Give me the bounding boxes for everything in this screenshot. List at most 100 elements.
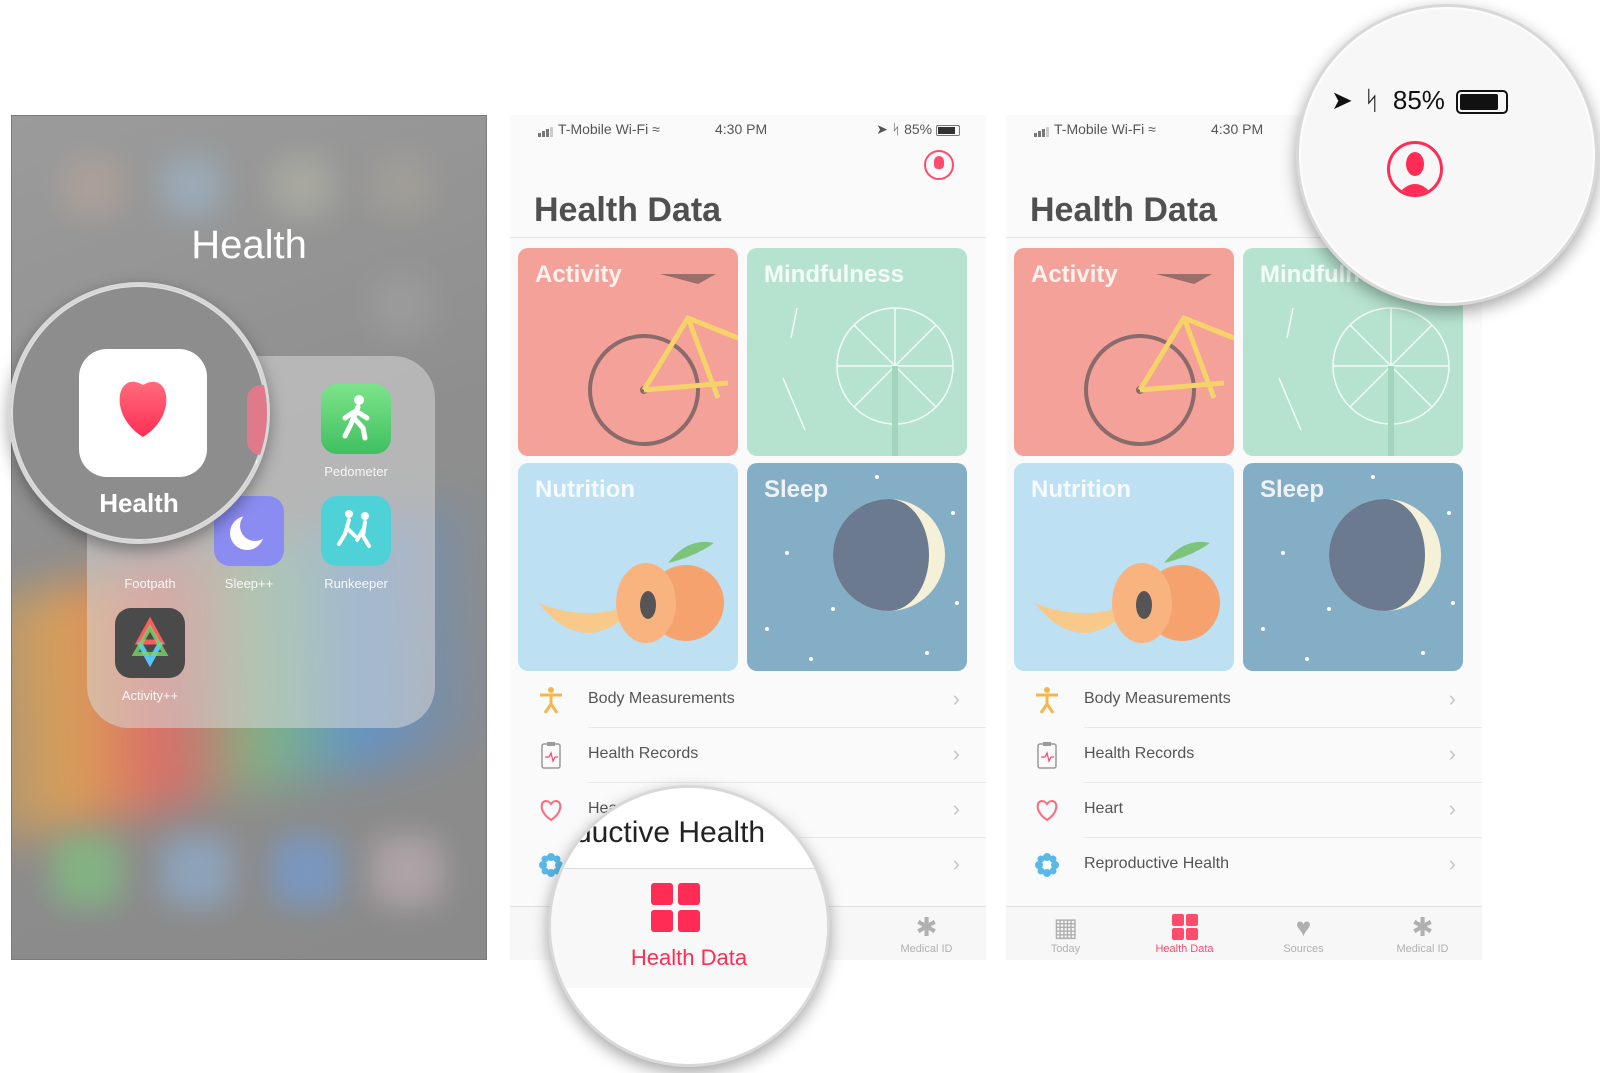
asterisk-icon: ✱ xyxy=(915,912,938,942)
page-title: Health Data xyxy=(1030,191,1218,229)
row-label: Body Measurements xyxy=(1084,690,1231,707)
blurred-app xyxy=(272,156,332,216)
tab-health-data[interactable]: Health Data xyxy=(1125,911,1244,955)
signal-icon xyxy=(538,121,554,137)
blurred-app xyxy=(372,156,432,216)
clipboard-icon xyxy=(541,742,561,769)
clock: 4:30 PM xyxy=(715,121,768,137)
card-title: Activity xyxy=(535,261,622,288)
dock-app xyxy=(162,836,232,906)
card-sleep[interactable]: Sleep xyxy=(1243,463,1463,671)
list-item-body-measurements[interactable]: Body Measurements › xyxy=(510,673,986,728)
tab-bar-magnifier: ductive Health Health Data xyxy=(548,785,830,1067)
app-pedometer[interactable]: Pedometer xyxy=(301,384,411,479)
divider xyxy=(510,237,986,238)
health-app-icon[interactable] xyxy=(79,349,207,477)
wifi-icon: ≈ xyxy=(1148,121,1156,137)
card-sleep[interactable]: Sleep xyxy=(747,463,967,671)
location-icon: ➤ xyxy=(876,121,888,137)
zoomed-status: ➤ ᛋ 85% xyxy=(1331,85,1509,116)
page-title: Health Data xyxy=(534,191,722,229)
status-bar: T-Mobile Wi-Fi ≈ 4:30 PM ➤ ᛋ 85% xyxy=(510,115,986,145)
health-app-label: Health xyxy=(99,488,179,518)
list-item-body-measurements[interactable]: Body Measurements › xyxy=(1006,673,1482,728)
list-item-health-records[interactable]: Health Records › xyxy=(1006,728,1482,783)
blurred-app xyxy=(62,156,122,216)
card-nutrition[interactable]: Nutrition xyxy=(1014,463,1234,671)
asterisk-icon: ✱ xyxy=(1411,912,1434,942)
home-screen-panel: Health Pedometer Sleep++ Runkeeper Footp… xyxy=(11,115,487,960)
runners-icon xyxy=(321,496,391,566)
card-title: Mindfulness xyxy=(764,261,905,288)
chevron-right-icon: › xyxy=(952,686,960,711)
blurred-app xyxy=(162,156,222,216)
chevron-right-icon: › xyxy=(952,741,960,766)
signal-icon xyxy=(1034,121,1050,137)
clipboard-icon xyxy=(1037,742,1057,769)
card-nutrition[interactable]: Nutrition xyxy=(518,463,738,671)
app-runkeeper[interactable]: Runkeeper xyxy=(301,496,411,591)
zoomed-row-label: ductive Health xyxy=(575,816,766,849)
carrier: T-Mobile Wi-Fi ≈ xyxy=(538,121,660,137)
flower-icon xyxy=(1035,853,1059,877)
app-label: Activity++ xyxy=(121,688,179,703)
tab-bar: ▦Today Health Data ♥Sources ✱Medical ID xyxy=(1006,906,1482,960)
activity-rings-icon xyxy=(115,608,185,678)
walking-person-icon xyxy=(321,384,391,454)
zoomed-row: ductive Health xyxy=(551,788,827,868)
clock: 4:30 PM xyxy=(1211,121,1264,137)
wifi-icon: ≈ xyxy=(652,121,660,137)
row-label: Reproductive Health xyxy=(1084,855,1229,872)
card-activity[interactable]: Activity xyxy=(518,248,738,456)
list-item-heart[interactable]: Heart › xyxy=(1006,783,1482,838)
tab-medical-id[interactable]: ✱ Medical ID xyxy=(867,911,986,955)
chevron-right-icon: › xyxy=(1448,686,1456,711)
app-activity[interactable]: Activity++ xyxy=(95,608,205,703)
card-title: Sleep xyxy=(764,476,829,503)
dock-app xyxy=(272,836,342,906)
sources-heart-icon: ♥ xyxy=(1295,912,1312,942)
bluetooth-icon: ᛋ xyxy=(891,121,901,137)
body-icon xyxy=(540,687,562,714)
carrier: T-Mobile Wi-Fi ≈ xyxy=(1034,121,1156,137)
folder-title: Health xyxy=(191,223,307,267)
app-label: Runkeeper xyxy=(324,576,388,591)
card-title: Nutrition xyxy=(1031,476,1131,503)
tab-medical-id[interactable]: ✱ Medical ID xyxy=(1363,911,1482,955)
calendar-icon: ▦ xyxy=(1053,912,1078,942)
grid-icon xyxy=(1125,911,1244,943)
battery-icon xyxy=(1456,90,1509,115)
list-item-reproductive-health[interactable]: Reproductive Health › xyxy=(1006,838,1482,893)
zoomed-tab-label: Health Data xyxy=(630,945,748,970)
row-label: Heart xyxy=(1084,800,1124,817)
profile-button[interactable] xyxy=(924,150,954,180)
tab-today[interactable]: ▦Today xyxy=(1006,911,1125,955)
grid-icon xyxy=(651,883,701,933)
card-activity[interactable]: Activity xyxy=(1014,248,1234,456)
heart-outline-icon xyxy=(1036,799,1058,822)
zoomed-tab[interactable]: Health Data xyxy=(551,868,827,988)
battery-icon xyxy=(936,124,960,136)
body-icon xyxy=(1036,687,1058,714)
list-item-health-records[interactable]: Health Records › xyxy=(510,728,986,783)
person-icon xyxy=(1398,152,1432,194)
tab-sources[interactable]: ♥Sources xyxy=(1244,911,1363,955)
app-label: Pedometer xyxy=(324,464,388,479)
row-label: Body Measurements xyxy=(588,690,735,707)
dock-app xyxy=(52,836,122,906)
chevron-right-icon: › xyxy=(952,796,960,821)
chevron-right-icon: › xyxy=(1448,851,1456,876)
profile-button[interactable] xyxy=(1387,141,1443,197)
partial-app-label: rt xyxy=(255,455,263,470)
partial-app-icon xyxy=(247,385,267,455)
heart-icon xyxy=(119,381,167,437)
card-mindfulness[interactable]: Mindfulness xyxy=(747,248,967,456)
health-app-magnifier: Health rt xyxy=(8,282,270,544)
bluetooth-icon: ᛋ xyxy=(1364,85,1380,115)
dock-app xyxy=(372,836,442,906)
location-icon: ➤ xyxy=(1331,85,1353,115)
status-magnifier: ➤ ᛋ 85% xyxy=(1296,4,1598,306)
chevron-right-icon: › xyxy=(952,851,960,876)
row-label: Health Records xyxy=(1084,745,1195,762)
app-label: Sleep++ xyxy=(224,576,274,591)
